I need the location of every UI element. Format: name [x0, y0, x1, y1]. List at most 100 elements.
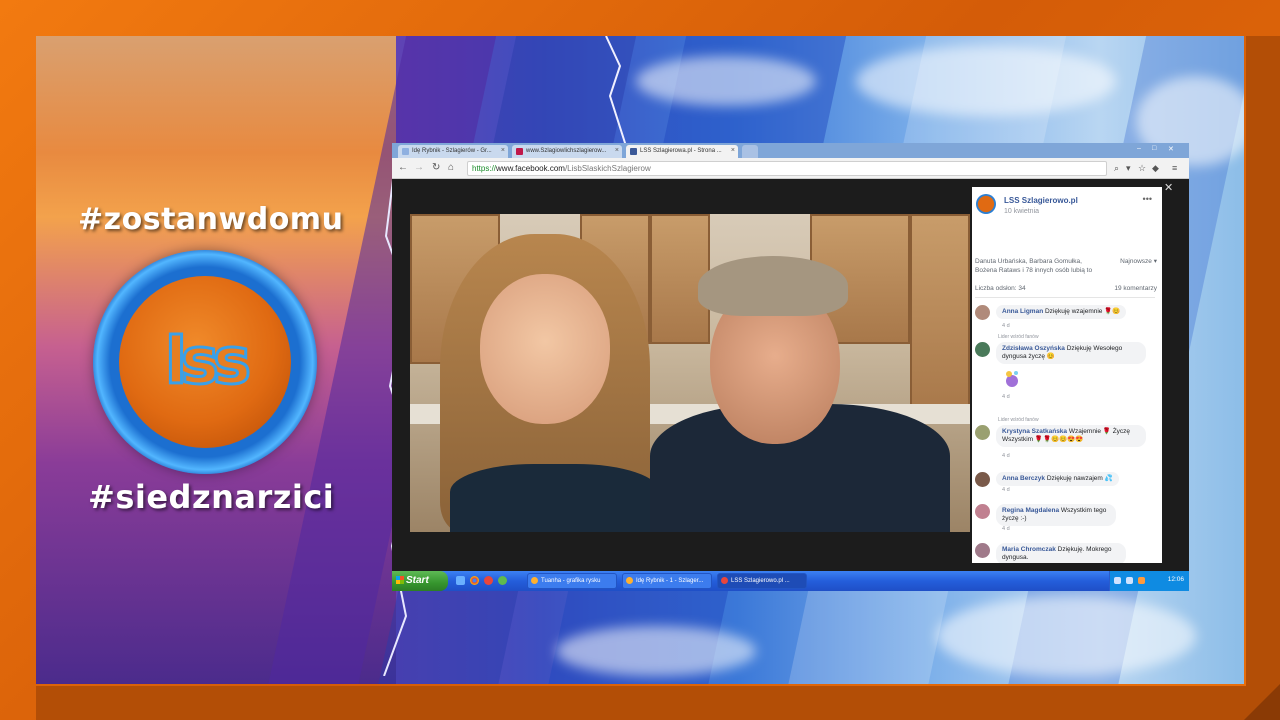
commenter-avatar[interactable]	[975, 342, 990, 357]
lss-logo: lss	[93, 250, 317, 474]
cloud	[936, 596, 1196, 676]
tab-close-icon[interactable]: ×	[615, 147, 619, 154]
url-input[interactable]: https://www.facebook.com/LisbSlaskichSzl…	[467, 161, 1107, 176]
comment-time[interactable]: 4 d	[1002, 394, 1010, 400]
top-fan-badge: Lider wśród fanów	[998, 417, 1039, 423]
comment-author[interactable]: Anna Berczyk	[1002, 475, 1045, 482]
star-icon[interactable]: ☆	[1138, 163, 1146, 174]
comment-time[interactable]: 4 d	[1002, 487, 1010, 493]
network-icon[interactable]	[1114, 577, 1121, 584]
screen-capture: Idę Rybnik - Szlagierów - Gr... × www.Sz…	[392, 143, 1189, 591]
home-icon[interactable]: ⌂	[448, 162, 454, 173]
start-button[interactable]: Start	[392, 571, 448, 591]
reload-icon[interactable]: ↻	[432, 162, 440, 173]
chrome-icon	[721, 577, 728, 584]
hashtag-siedznarzici: #siedznarzici	[88, 478, 335, 516]
taskbar-item-2[interactable]: Idę Rybnik - 1 - Szlager...	[622, 573, 712, 589]
reactions-summary[interactable]: Danuta Urbańska, Barbara Gomułka, Bożena…	[975, 257, 1157, 275]
comment-author[interactable]: Anna Ligman	[1002, 308, 1043, 315]
more-options-icon[interactable]: •••	[1143, 194, 1152, 204]
comment-author[interactable]: Zdzisława Oszyńska	[1002, 345, 1065, 352]
tab-close-icon[interactable]: ×	[731, 147, 735, 154]
comment-author[interactable]: Maria Chromczak	[1002, 546, 1056, 553]
windows-taskbar: Start Tuanha - grafika rysku Idę Rybnik …	[392, 571, 1189, 591]
facebook-video-theater: ✕ LSS Szlagierowo.pl 10 kwietnia ••• Dan…	[392, 179, 1189, 571]
browser-icon[interactable]	[498, 576, 507, 585]
volume-icon[interactable]	[1126, 577, 1133, 584]
tab-favicon-icon	[516, 148, 523, 155]
comments-panel: LSS Szlagierowo.pl 10 kwietnia ••• Danut…	[972, 187, 1162, 563]
hashtag-zostanwdomu: #zostanwdomu	[78, 202, 344, 237]
lightning-bolt	[605, 36, 627, 146]
tab-label: www.Szlagiowlichszlagierow...	[526, 148, 607, 154]
close-theater-icon[interactable]: ✕	[1164, 181, 1173, 194]
comment-bubble: Anna Berczyk Dziękuję nawzajem 💦	[996, 472, 1119, 486]
page-name-link[interactable]: LSS Szlagierowo.pl	[1004, 196, 1078, 205]
start-label: Start	[406, 575, 429, 586]
logo-text: lss	[163, 324, 252, 401]
frame-right-edge	[1246, 36, 1280, 720]
cloud	[636, 56, 816, 106]
logo-inner-circle: lss	[119, 276, 291, 448]
back-arrow-icon[interactable]: ←	[398, 162, 408, 173]
system-tray: 12:06	[1109, 571, 1189, 591]
tab-favicon-icon	[402, 148, 409, 155]
kitchen-cabinet	[910, 214, 970, 414]
cloud	[856, 46, 1116, 116]
commenter-avatar[interactable]	[975, 472, 990, 487]
close-window-icon[interactable]: ✕	[1168, 145, 1174, 153]
taskbar-clock[interactable]: 12:06	[1168, 576, 1184, 583]
desktop-icon[interactable]	[456, 576, 465, 585]
commenter-avatar[interactable]	[975, 425, 990, 440]
tab-label: Idę Rybnik - Szlagierów - Gr...	[412, 148, 492, 154]
browser-tab-3[interactable]: LSS Szlagierowa.pl - Strona ... ×	[626, 145, 738, 158]
url-domain: www.facebook.com	[496, 164, 565, 173]
page-avatar[interactable]	[976, 194, 996, 214]
taskbar-item-1[interactable]: Tuanha - grafika rysku	[527, 573, 617, 589]
tab-favicon-icon	[630, 148, 637, 155]
comment-bubble: Regina Magdalena Wszystkim tego życzę :-…	[996, 504, 1116, 526]
comments-count[interactable]: 19 komentarzy	[1114, 285, 1157, 292]
windows-logo-icon	[396, 576, 404, 584]
url-scheme: https://	[472, 164, 497, 173]
views-count: Liczba odsłon: 34	[975, 285, 1026, 292]
menu-icon[interactable]: ≡	[1172, 163, 1177, 173]
woman-shirt	[450, 464, 660, 532]
comment-author[interactable]: Regina Magdalena	[1002, 507, 1059, 514]
browser-tab-2[interactable]: www.Szlagiowlichszlagierow... ×	[512, 145, 622, 158]
extension-icon[interactable]: ◆	[1152, 163, 1159, 174]
tray-app-icon[interactable]	[1138, 577, 1145, 584]
opera-icon[interactable]	[484, 576, 493, 585]
taskbar-item-label: Tuanha - grafika rysku	[541, 578, 601, 584]
taskbar-item-label: LSS Szlagierowo.pl ...	[731, 578, 790, 584]
video-player[interactable]	[410, 214, 970, 532]
zoom-icon[interactable]: ⌕	[1114, 163, 1119, 174]
comment-time[interactable]: 4 d	[1002, 323, 1010, 329]
browser-tab-1[interactable]: Idę Rybnik - Szlagierów - Gr... ×	[398, 145, 508, 158]
comment-bubble: Krystyna Szatkańska Wzajemnie 🌹 Życzę Ws…	[996, 425, 1146, 447]
new-tab-button[interactable]	[742, 145, 758, 158]
tab-close-icon[interactable]: ×	[501, 147, 505, 154]
post-header: LSS Szlagierowo.pl 10 kwietnia •••	[976, 194, 1158, 224]
divider	[975, 297, 1155, 298]
commenter-avatar[interactable]	[975, 504, 990, 519]
sort-comments-dropdown[interactable]: Najnowsze ▾	[1120, 257, 1157, 266]
post-time[interactable]: 10 kwietnia	[1004, 208, 1039, 215]
taskbar-item-3[interactable]: LSS Szlagierowo.pl ...	[717, 573, 807, 589]
forward-arrow-icon[interactable]: →	[414, 162, 424, 173]
comment-text: Dziękuję nawzajem 💦	[1046, 475, 1113, 482]
post-stats: Liczba odsłon: 34 19 komentarzy	[975, 285, 1157, 292]
commenter-avatar[interactable]	[975, 305, 990, 320]
comment-bubble: Anna Ligman Dziękuję wzajemnie 🌹😊	[996, 305, 1127, 319]
url-path: /LisbSlaskichSzlagierow	[564, 164, 651, 173]
minimize-icon[interactable]: –	[1137, 145, 1141, 152]
filter-icon[interactable]: ▾	[1126, 163, 1131, 174]
man-hair	[698, 256, 848, 316]
comment-author[interactable]: Krystyna Szatkańska	[1002, 428, 1067, 435]
comment-time[interactable]: 4 d	[1002, 526, 1010, 532]
maximize-icon[interactable]: □	[1152, 145, 1156, 152]
comment-time[interactable]: 4 d	[1002, 453, 1010, 459]
chrome-icon[interactable]	[470, 576, 479, 585]
top-fan-badge: Lider wśród fanów	[998, 334, 1039, 340]
commenter-avatar[interactable]	[975, 543, 990, 558]
